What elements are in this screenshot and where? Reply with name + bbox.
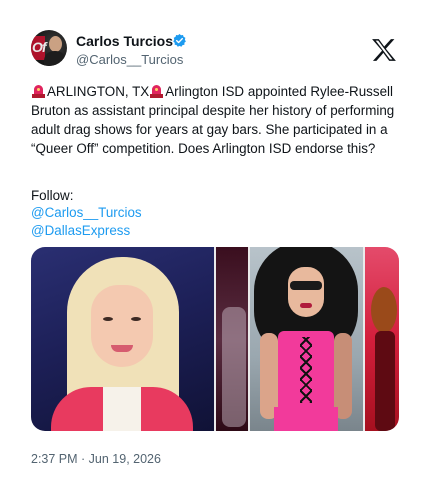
photo-figure xyxy=(222,307,246,427)
tweet-card: Of Carlos Turcios @Carlos__Turcios ARLIN… xyxy=(0,0,430,500)
tweet-body: ARLINGTON, TX Arlington ISD appointed Ryl… xyxy=(31,82,407,158)
author-avatar[interactable]: Of xyxy=(31,30,67,66)
avatar-face xyxy=(49,36,62,52)
photo-lacing xyxy=(300,337,312,403)
media-grid[interactable] xyxy=(31,247,399,431)
photo-drag-performer[interactable] xyxy=(250,247,363,431)
photo-strip-4[interactable] xyxy=(365,247,399,431)
photo-figure xyxy=(375,331,395,431)
follow-label: Follow: xyxy=(31,188,74,203)
photo-collar xyxy=(103,387,141,431)
police-siren-icon xyxy=(149,85,164,98)
tweet-location: ARLINGTON, TX xyxy=(47,84,150,99)
mention-link-carlos[interactable]: @Carlos__Turcios xyxy=(31,205,142,220)
photo-eye-makeup xyxy=(290,281,322,290)
avatar-body xyxy=(44,51,66,66)
avatar-logo-text: Of xyxy=(32,39,47,55)
photo-portrait[interactable] xyxy=(31,247,214,431)
photo-figure xyxy=(371,287,397,333)
author-handle[interactable]: @Carlos__Turcios xyxy=(76,52,183,67)
photo-strip-2[interactable] xyxy=(216,247,248,431)
photo-skirt xyxy=(274,407,338,431)
photo-eye xyxy=(131,317,141,321)
photo-eye xyxy=(103,317,113,321)
police-siren-icon xyxy=(31,85,46,98)
author-name[interactable]: Carlos Turcios xyxy=(76,33,173,49)
tweet-timestamp[interactable]: 2:37 PM · Jun 19, 2026 xyxy=(31,452,161,466)
photo-lips xyxy=(300,303,312,308)
photo-mouth xyxy=(111,345,133,352)
photo-face xyxy=(91,285,153,367)
verified-badge-icon xyxy=(173,33,186,47)
photo-face xyxy=(288,267,324,317)
x-logo-icon[interactable] xyxy=(371,38,397,62)
mention-link-dallasexpress[interactable]: @DallasExpress xyxy=(31,223,130,238)
